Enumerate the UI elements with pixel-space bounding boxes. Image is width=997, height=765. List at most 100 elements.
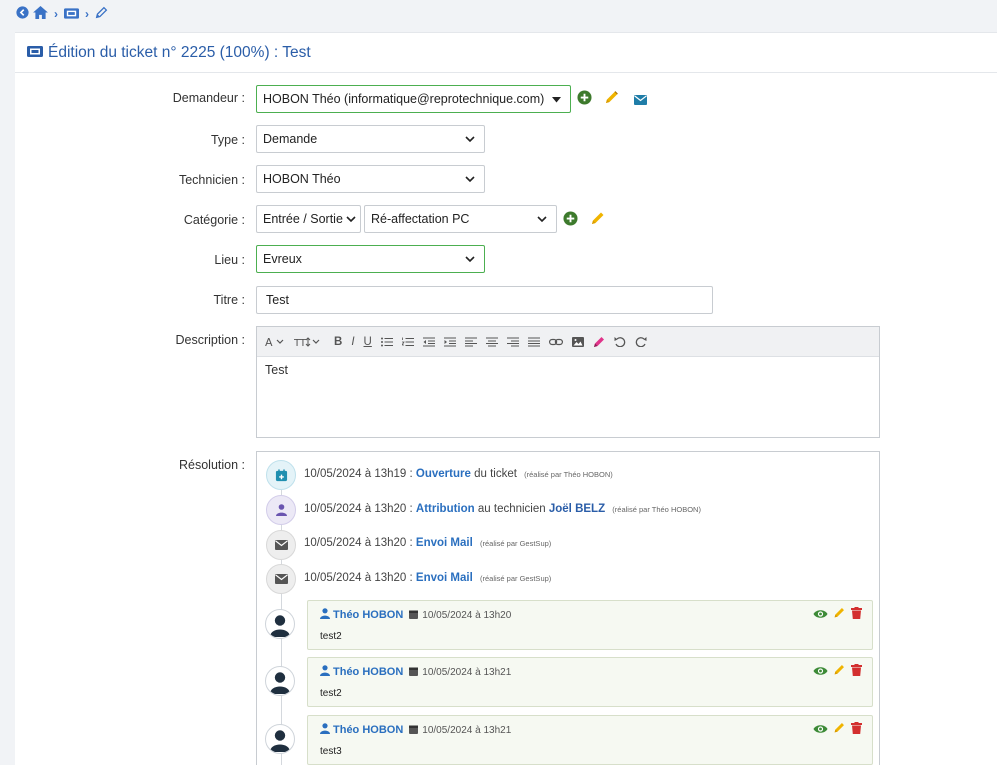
eye-icon[interactable] [813, 664, 828, 679]
align-justify-icon[interactable] [527, 332, 540, 352]
back-icon[interactable] [16, 6, 29, 22]
event-action: Ouverture [415, 468, 471, 480]
post-actions [813, 721, 862, 737]
numbered-list-icon[interactable] [401, 332, 414, 352]
event-action: Attribution [415, 503, 475, 515]
calendar-plus-icon [266, 460, 296, 490]
align-right-icon[interactable] [506, 332, 519, 352]
eye-icon[interactable] [813, 722, 828, 737]
trash-icon[interactable] [851, 663, 862, 679]
edit-demandeur-button[interactable] [604, 89, 620, 108]
lieu-value: Evreux [263, 252, 302, 266]
add-categorie-button[interactable] [563, 211, 578, 229]
chevron-down-icon [465, 172, 475, 186]
eye-icon[interactable] [813, 607, 828, 622]
font-color-button[interactable]: A [265, 332, 285, 352]
pencil-icon[interactable] [95, 6, 108, 22]
undo-icon[interactable] [614, 332, 626, 352]
underline-button[interactable]: U [364, 332, 372, 352]
type-select[interactable]: Demande [256, 125, 485, 153]
followup-post: Théo HOBON 10/05/2024 à 13h21 test2 [307, 657, 873, 707]
eraser-icon[interactable] [593, 332, 605, 352]
titre-input[interactable]: Test [256, 286, 713, 314]
type-label: Type : [210, 133, 245, 147]
trash-icon[interactable] [851, 606, 862, 622]
timeline-event: 10/05/2024 à 13h20 : Attribution au tech… [304, 503, 701, 515]
categorie-label: Catégorie : [183, 213, 245, 227]
post-date: 10/05/2024 à 13h20 [422, 609, 512, 621]
followup-post: Théo HOBON 10/05/2024 à 13h20 test2 [307, 600, 873, 650]
technicien-value: HOBON Théo [263, 172, 341, 186]
souscategorie-select[interactable]: Ré-affectation PC [364, 205, 557, 233]
user-icon [320, 665, 330, 679]
post-author: Théo HOBON [333, 724, 404, 736]
post-header: Théo HOBON 10/05/2024 à 13h21 [320, 665, 511, 679]
link-icon[interactable] [548, 332, 563, 352]
event-action: Envoi Mail [415, 572, 473, 584]
indent-icon[interactable] [443, 332, 456, 352]
resolution-label: Résolution : [178, 458, 245, 472]
post-author: Théo HOBON [333, 666, 404, 678]
resolution-timeline: 10/05/2024 à 13h19 : Ouverture du ticket… [256, 451, 880, 765]
categorie-select[interactable]: Entrée / Sortie [256, 205, 361, 233]
card-header: Édition du ticket n° 2225 (100%) : Test [15, 33, 997, 73]
bold-button[interactable]: B [334, 332, 342, 352]
ticket-icon[interactable] [64, 7, 79, 22]
add-demandeur-button[interactable] [577, 90, 592, 108]
event-date: 10/05/2024 à 13h20 : [304, 572, 413, 584]
event-action: Envoi Mail [415, 537, 473, 549]
caret-down-icon [552, 92, 561, 106]
lieu-label: Lieu : [214, 253, 245, 267]
event-date: 10/05/2024 à 13h20 : [304, 503, 413, 515]
description-content[interactable]: Test [257, 357, 879, 383]
image-icon[interactable] [571, 332, 584, 352]
font-size-button[interactable]: TT [294, 332, 320, 352]
event-author: (réalisé par Théo HOBON) [524, 470, 613, 479]
event-date: 10/05/2024 à 13h19 : [304, 468, 413, 480]
avatar [265, 666, 295, 696]
chevron-down-icon [465, 132, 475, 146]
bullet-list-icon[interactable] [380, 332, 393, 352]
event-author: (réalisé par GestSup) [480, 574, 552, 583]
description-editor[interactable]: A TT B I U Test [256, 326, 880, 438]
technicien-select[interactable]: HOBON Théo [256, 165, 485, 193]
souscategorie-value: Ré-affectation PC [371, 212, 470, 226]
trash-icon[interactable] [851, 721, 862, 737]
user-icon [320, 608, 330, 622]
pencil-icon[interactable] [833, 663, 846, 679]
post-date: 10/05/2024 à 13h21 [422, 666, 512, 678]
chevron-down-icon [537, 212, 547, 226]
avatar [265, 724, 295, 754]
post-actions [813, 606, 862, 622]
ticket-icon [27, 45, 43, 60]
categorie-value: Entrée / Sortie [263, 212, 343, 226]
post-actions [813, 663, 862, 679]
post-text: test3 [320, 746, 342, 757]
align-left-icon[interactable] [464, 332, 477, 352]
followup-post: Théo HOBON 10/05/2024 à 13h21 test3 [307, 715, 873, 765]
demandeur-select[interactable]: HOBON Théo (informatique@reprotechnique.… [256, 85, 571, 113]
titre-value: Test [266, 293, 289, 307]
envelope-icon [266, 564, 296, 594]
italic-button[interactable]: I [351, 332, 354, 352]
demandeur-value: HOBON Théo (informatique@reprotechnique.… [263, 92, 545, 106]
chevron-down-icon [465, 252, 475, 266]
redo-icon[interactable] [635, 332, 647, 352]
outdent-icon[interactable] [422, 332, 435, 352]
post-date: 10/05/2024 à 13h21 [422, 724, 512, 736]
envelope-icon [266, 530, 296, 560]
edit-categorie-button[interactable] [590, 210, 606, 229]
mail-demandeur-button[interactable] [634, 93, 647, 108]
pencil-icon[interactable] [833, 721, 846, 737]
breadcrumb: › › [16, 6, 108, 22]
timeline-event: 10/05/2024 à 13h20 : Envoi Mail (réalisé… [304, 537, 551, 549]
event-rest: au technicien [474, 503, 549, 515]
event-date: 10/05/2024 à 13h20 : [304, 537, 413, 549]
align-center-icon[interactable] [485, 332, 498, 352]
timeline-event: 10/05/2024 à 13h19 : Ouverture du ticket… [304, 468, 613, 480]
pencil-icon[interactable] [833, 606, 846, 622]
home-icon[interactable] [33, 6, 48, 22]
post-text: test2 [320, 631, 342, 642]
lieu-select[interactable]: Evreux [256, 245, 485, 273]
timeline-event: 10/05/2024 à 13h20 : Envoi Mail (réalisé… [304, 572, 551, 584]
